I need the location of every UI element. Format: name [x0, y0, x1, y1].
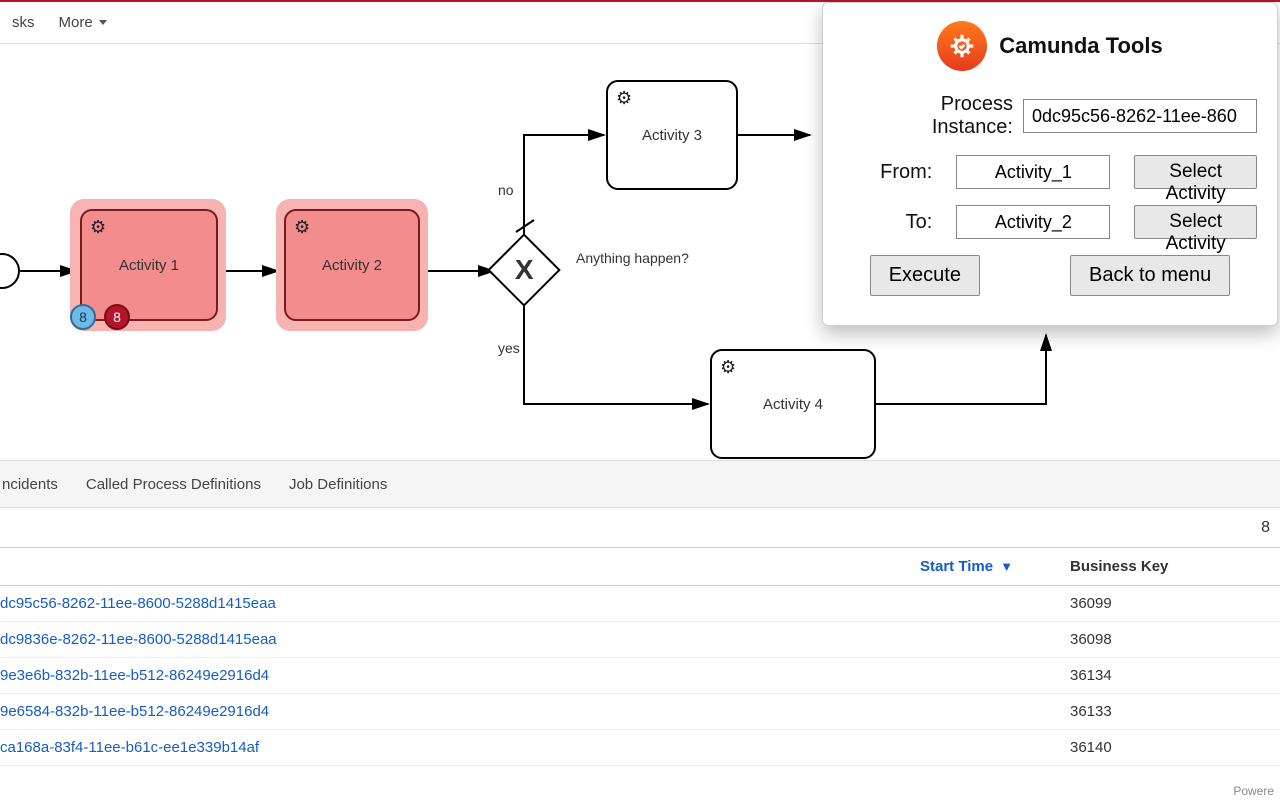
- result-count: 8: [0, 508, 1280, 548]
- table-row: ca168a-83f4-11ee-b61c-ee1e339b14af 36140: [0, 730, 1280, 766]
- nav-more-label: More: [59, 14, 93, 31]
- business-key: 36098: [1070, 631, 1280, 648]
- to-activity-input[interactable]: [956, 205, 1110, 239]
- from-label: From:: [873, 161, 932, 184]
- back-to-menu-button[interactable]: Back to menu: [1070, 255, 1230, 296]
- table-row: 9e3e6b-832b-11ee-b512-86249e2916d4 36134: [0, 658, 1280, 694]
- camunda-tools-panel: Camunda Tools Process Instance: From: Se…: [822, 2, 1278, 326]
- activity-3[interactable]: ⚙ Activity 3: [606, 80, 738, 190]
- pi-label: Process Instance:: [873, 93, 1013, 139]
- incidents-count-badge[interactable]: 8: [104, 304, 130, 330]
- execute-button[interactable]: Execute: [870, 255, 980, 296]
- chevron-down-icon: [99, 20, 107, 25]
- sort-desc-icon: ▼: [1000, 559, 1013, 574]
- activity-4-label: Activity 4: [763, 396, 823, 413]
- nav-tasks[interactable]: sks: [0, 14, 47, 31]
- panel-title: Camunda Tools: [999, 33, 1162, 59]
- activity-3-label: Activity 3: [642, 127, 702, 144]
- gear-icon: ⚙: [720, 357, 736, 378]
- col-business-key: Business Key: [1070, 558, 1280, 575]
- table-row: 9e6584-832b-11ee-b512-86249e2916d4 36133: [0, 694, 1280, 730]
- activity-2-label: Activity 2: [322, 257, 382, 274]
- instances-table-body: dc95c56-8262-11ee-8600-5288d1415eaa 3609…: [0, 586, 1280, 766]
- flow-label-no: no: [498, 182, 514, 198]
- instance-link[interactable]: 9e3e6b-832b-11ee-b512-86249e2916d4: [0, 667, 920, 684]
- instance-link[interactable]: dc95c56-8262-11ee-8600-5288d1415eaa: [0, 595, 920, 612]
- business-key: 36134: [1070, 667, 1280, 684]
- details-tabs: ncidents Called Process Definitions Job …: [0, 460, 1280, 508]
- table-row: dc9836e-8262-11ee-8600-5288d1415eaa 3609…: [0, 622, 1280, 658]
- gear-icon: ⚙: [294, 217, 310, 238]
- running-count-badge[interactable]: 8: [70, 304, 96, 330]
- business-key: 36140: [1070, 739, 1280, 756]
- instance-link[interactable]: ca168a-83f4-11ee-b61c-ee1e339b14af: [0, 739, 920, 756]
- col-start-time[interactable]: Start Time ▼: [920, 558, 1070, 575]
- instances-table-header: Start Time ▼ Business Key: [0, 548, 1280, 586]
- from-activity-input[interactable]: [956, 155, 1110, 189]
- flow-label-yes: yes: [498, 340, 520, 356]
- gear-icon: ⚙: [90, 217, 106, 238]
- process-instance-input[interactable]: [1023, 99, 1257, 133]
- select-from-activity-button[interactable]: Select Activity: [1134, 155, 1257, 189]
- nav-more[interactable]: More: [47, 14, 119, 31]
- activity-4[interactable]: ⚙ Activity 4: [710, 349, 876, 459]
- tab-job-defs[interactable]: Job Definitions: [289, 476, 387, 493]
- activity-2[interactable]: ⚙ Activity 2: [284, 209, 420, 321]
- select-to-activity-button[interactable]: Select Activity: [1134, 205, 1257, 239]
- instance-link[interactable]: dc9836e-8262-11ee-8600-5288d1415eaa: [0, 631, 920, 648]
- gear-icon: ⚙: [616, 88, 632, 109]
- activity-1-label: Activity 1: [119, 257, 179, 274]
- instance-link[interactable]: 9e6584-832b-11ee-b512-86249e2916d4: [0, 703, 920, 720]
- gateway-label: Anything happen?: [576, 250, 689, 266]
- powered-by: Powere: [1233, 784, 1274, 798]
- tools-logo-icon: [937, 21, 987, 71]
- business-key: 36099: [1070, 595, 1280, 612]
- tab-called-defs[interactable]: Called Process Definitions: [86, 476, 261, 493]
- to-label: To:: [873, 211, 932, 234]
- tab-incidents[interactable]: ncidents: [2, 476, 58, 493]
- activity-1[interactable]: ⚙ Activity 1: [80, 209, 218, 321]
- table-row: dc95c56-8262-11ee-8600-5288d1415eaa 3609…: [0, 586, 1280, 622]
- business-key: 36133: [1070, 703, 1280, 720]
